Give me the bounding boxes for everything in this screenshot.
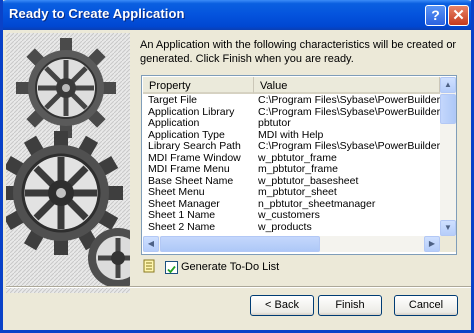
property-cell: Target File — [148, 95, 198, 106]
horizontal-scroll-thumb[interactable] — [160, 236, 320, 252]
value-cell: m_pbtutor_frame — [258, 164, 338, 175]
horizontal-scrollbar[interactable]: ◀ ▶ — [143, 236, 440, 252]
cancel-button[interactable]: Cancel — [394, 295, 458, 316]
checkmark-icon — [167, 265, 176, 274]
properties-grid[interactable]: Property Value Target File C:\Program Fil… — [141, 75, 457, 255]
window-title: Ready to Create Application — [9, 6, 185, 21]
scroll-left-icon[interactable]: ◀ — [143, 236, 159, 252]
property-cell: Application Type — [148, 129, 225, 141]
scroll-right-icon[interactable]: ▶ — [424, 236, 440, 252]
value-cell: w_customers — [258, 210, 320, 221]
value-cell: C:\Program Files\Sybase\PowerBuilder 11. — [258, 106, 440, 118]
close-icon[interactable]: ✕ — [448, 5, 469, 26]
table-row[interactable]: Sheet 1 Name w_customers — [143, 210, 440, 222]
table-row[interactable]: MDI Frame Window w_pbtutor_frame — [143, 153, 440, 165]
vertical-scroll-thumb[interactable] — [440, 94, 456, 124]
grid-header: Property Value — [143, 77, 440, 94]
table-row[interactable]: Target File C:\Program Files\Sybase\Power… — [143, 95, 440, 107]
property-cell: Sheet Manager — [148, 198, 220, 210]
table-row[interactable]: Application Type MDI with Help — [143, 130, 440, 142]
property-cell: Library Search Path — [148, 141, 241, 152]
finish-button[interactable]: Finish — [318, 295, 382, 316]
column-header-value[interactable]: Value — [254, 77, 440, 94]
table-row[interactable]: Application pbtutor — [143, 118, 440, 130]
column-header-property[interactable]: Property — [143, 77, 254, 94]
divider — [6, 286, 471, 288]
value-cell: w_products — [258, 221, 312, 233]
intro-text: An Application with the following charac… — [140, 39, 457, 65]
property-cell: MDI Frame Menu — [148, 164, 230, 175]
scroll-down-icon[interactable]: ▼ — [440, 220, 456, 236]
wizard-dialog: Ready to Create Application ? ✕ An Appli… — [0, 0, 474, 333]
value-cell: C:\Program Files\Sybase\PowerBuilder 11. — [258, 141, 440, 152]
title-bar[interactable]: Ready to Create Application ? ✕ — [3, 0, 471, 30]
property-cell: Sheet Menu — [148, 187, 205, 198]
table-row[interactable]: Sheet Manager n_pbtutor_sheetmanager — [143, 199, 440, 211]
grid-rows: Target File C:\Program Files\Sybase\Power… — [143, 95, 440, 236]
value-cell: m_pbtutor_sheet — [258, 187, 337, 198]
generate-todo-label[interactable]: Generate To-Do List — [181, 261, 279, 273]
value-cell: w_pbtutor_frame — [258, 152, 337, 164]
generate-todo-checkbox[interactable] — [165, 261, 178, 274]
table-row[interactable]: MDI Frame Menu m_pbtutor_frame — [143, 164, 440, 176]
table-row[interactable]: Base Sheet Name w_pbtutor_basesheet — [143, 176, 440, 188]
value-cell: MDI with Help — [258, 129, 324, 141]
scroll-up-icon[interactable]: ▲ — [440, 77, 456, 93]
scrollbar-corner — [440, 236, 456, 252]
table-row[interactable]: Sheet Menu m_pbtutor_sheet — [143, 187, 440, 199]
value-cell: w_pbtutor_basesheet — [258, 175, 359, 187]
table-row[interactable]: Application Library C:\Program Files\Syba… — [143, 107, 440, 119]
property-cell: Base Sheet Name — [148, 175, 234, 187]
property-cell: Application Library — [148, 106, 235, 118]
property-cell: Sheet 2 Name — [148, 221, 216, 233]
value-cell: n_pbtutor_sheetmanager — [258, 198, 376, 210]
gears-illustration — [6, 33, 130, 293]
back-button[interactable]: < Back — [250, 295, 314, 316]
vertical-scrollbar[interactable]: ▲ ▼ — [440, 77, 456, 236]
property-cell: Application — [148, 118, 200, 129]
table-row[interactable]: Library Search Path C:\Program Files\Syba… — [143, 141, 440, 153]
value-cell: C:\Program Files\Sybase\PowerBuilder 11. — [258, 95, 440, 106]
help-icon[interactable]: ? — [425, 5, 446, 26]
todo-list-icon — [143, 259, 155, 273]
property-cell: MDI Frame Window — [148, 152, 241, 164]
table-row[interactable]: Sheet 2 Name w_products — [143, 222, 440, 234]
value-cell: pbtutor — [258, 118, 291, 129]
property-cell: Sheet 1 Name — [148, 210, 216, 221]
